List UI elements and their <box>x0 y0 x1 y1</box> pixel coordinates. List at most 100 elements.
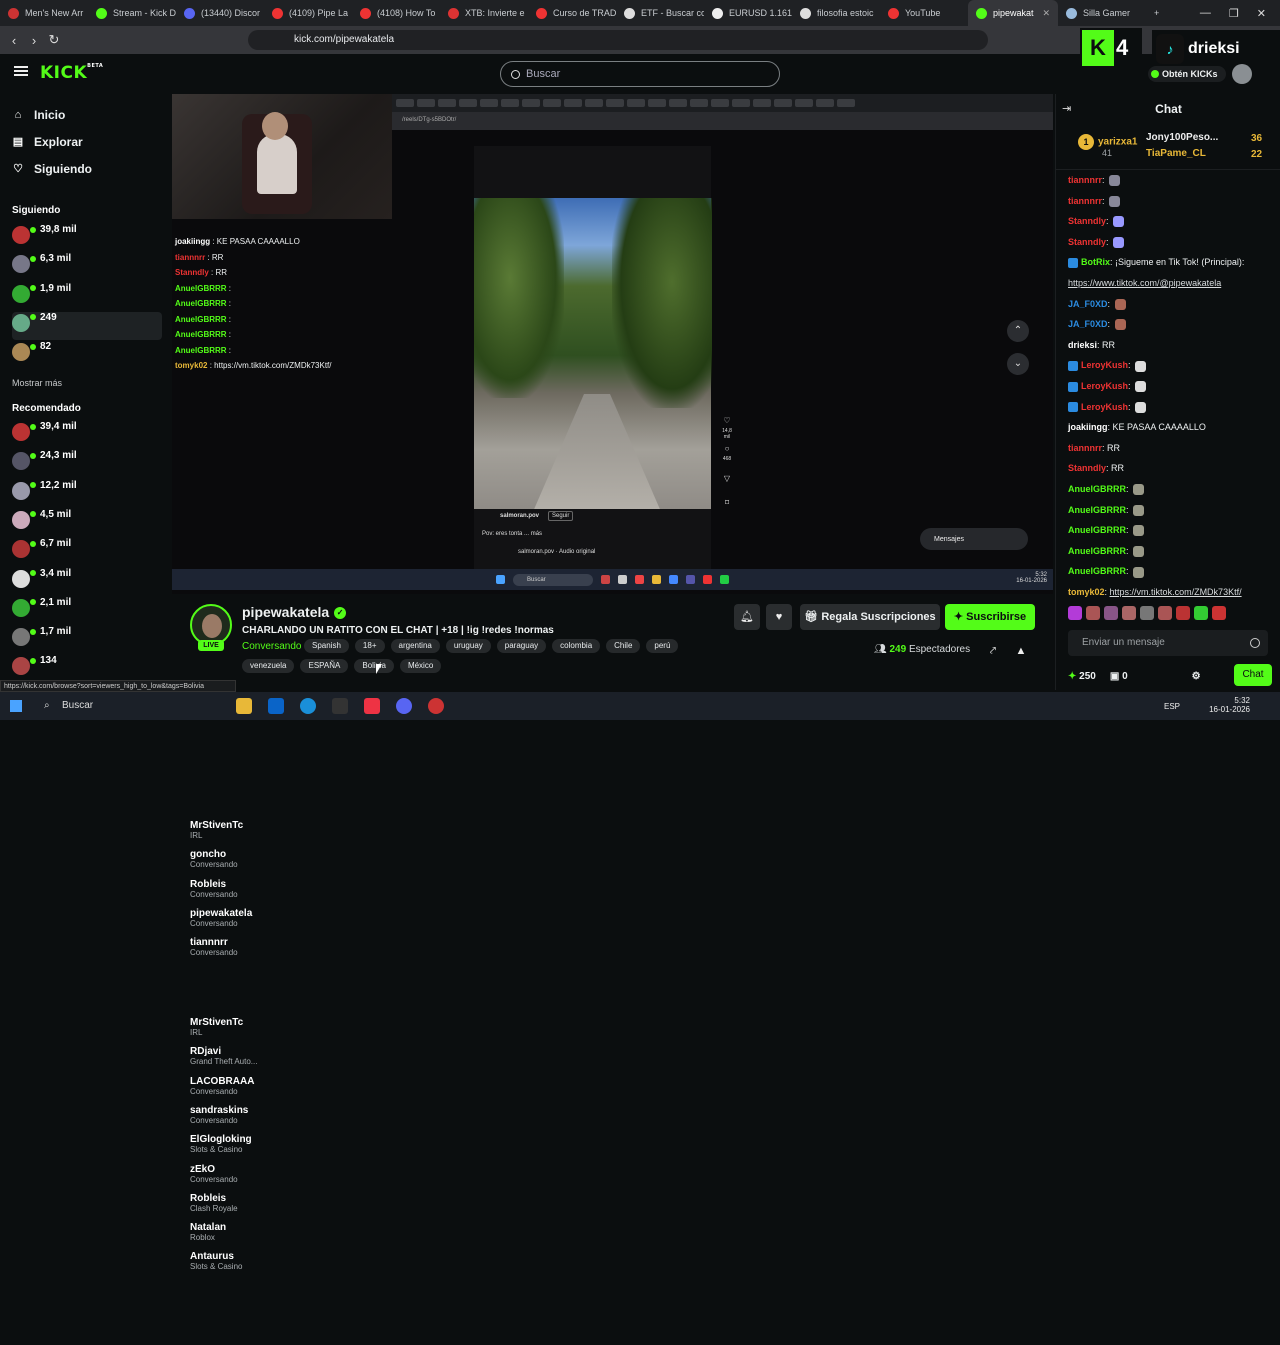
tab-label: (13440) Discor <box>201 8 261 18</box>
url-field[interactable]: kick.com/pipewakatela <box>248 30 988 50</box>
channel-item[interactable]: zEkO Conversando 3,4 mil <box>12 568 238 1184</box>
outlook-icon[interactable] <box>268 698 284 714</box>
new-tab-button[interactable]: + <box>1146 0 1170 26</box>
chat-message: drieksi: RR <box>1068 339 1116 350</box>
chat-input-placeholder: Enviar un mensaje <box>1082 637 1165 648</box>
channel-item[interactable]: Robleis Conversando 1,9 mil <box>12 283 238 899</box>
stream-tag[interactable]: ESPAÑA <box>300 659 349 673</box>
channel-avatar <box>12 569 30 588</box>
chat-message: https://www.tiktok.com/@pipewakatela <box>1068 278 1222 288</box>
channel-item[interactable]: goncho Conversando 6,3 mil <box>12 253 238 869</box>
browser-tab[interactable]: pipewakat ✕ <box>968 0 1058 26</box>
start-icon[interactable] <box>10 700 22 712</box>
kicks-balance[interactable]: ✦ 250 <box>1068 671 1096 682</box>
channel-item[interactable]: tiannnrr Conversando 82 <box>12 341 238 957</box>
stream-tag[interactable]: Chile <box>606 639 641 653</box>
bell-icon[interactable]: 🔔︎ <box>734 604 760 630</box>
search-icon <box>511 69 520 79</box>
chat-emote-icon <box>1114 298 1126 310</box>
channel-item[interactable]: RDjavi Grand Theft Auto... 24,3 mil <box>12 450 257 1066</box>
stream-tag[interactable]: Bolivia <box>354 659 394 673</box>
user-avatar[interactable] <box>1232 64 1252 84</box>
minimize-icon[interactable]: — <box>1200 7 1211 20</box>
taskbar-search[interactable]: ⌕ Buscar <box>40 695 220 717</box>
stream-tag[interactable]: México <box>399 659 442 673</box>
tab-label: (4109) Pipe La <box>289 8 349 18</box>
kick-logo[interactable]: KICKBETA <box>40 63 103 83</box>
gift-subs-button[interactable]: 🎁︎ Regala Suscripciones <box>800 604 940 630</box>
browser-tab[interactable]: (13440) Discor <box>176 0 264 26</box>
browser-tab[interactable]: XTB: Invierte e <box>440 0 528 26</box>
nav-siguiendo[interactable]: ♡ Siguiendo <box>12 162 92 176</box>
chat-message: AnuelGBRRR: <box>1068 483 1145 496</box>
edge-icon[interactable] <box>300 698 316 714</box>
forward-icon[interactable]: › <box>24 33 44 48</box>
channel-item[interactable]: ElGlogloking Slots & Casino 6,7 mil <box>12 538 252 1154</box>
stream-tag[interactable]: argentina <box>390 639 440 653</box>
stream-tag[interactable]: colombia <box>552 639 601 653</box>
browser-tab[interactable]: EURUSD 1.161 <box>704 0 792 26</box>
browser-tab[interactable]: filosofia estoic <box>792 0 880 26</box>
settings-icon[interactable]: ⚙ <box>1192 671 1201 682</box>
stream-tag[interactable]: venezuela <box>242 659 295 673</box>
chat-input[interactable]: Enviar un mensaje <box>1068 630 1268 656</box>
reload-icon[interactable]: ↻ <box>44 32 64 48</box>
discord-icon[interactable] <box>396 698 412 714</box>
bookmark-icon: ⌑ <box>724 498 730 507</box>
scroll-up-icon: ⌃ <box>1007 320 1029 342</box>
search-input[interactable]: Buscar <box>500 61 780 87</box>
browser-tab[interactable]: Men's New Arr <box>0 0 88 26</box>
stream-tag[interactable]: Spanish <box>304 639 349 653</box>
browser-tab[interactable]: (4109) Pipe La <box>264 0 352 26</box>
browser-tab[interactable]: (4108) How To <box>352 0 440 26</box>
close-tab-icon[interactable]: ✕ <box>1042 8 1050 19</box>
show-more-link[interactable]: Mostrar más <box>12 378 62 388</box>
stream-chat-line: AnuelGBRRR : <box>175 283 232 293</box>
channel-item[interactable]: MrStivenTc IRL 39,4 mil <box>12 421 243 1037</box>
gift-balance[interactable]: ▣ 0 <box>1110 671 1128 682</box>
browser-tab[interactable]: Silla Gamer <box>1058 0 1146 26</box>
stream-tag[interactable]: perú <box>646 639 679 653</box>
obs-icon[interactable] <box>428 698 444 714</box>
get-kicks-button[interactable]: Obtén KICKs <box>1148 66 1226 82</box>
video-player[interactable]: /reels/DTg-s5BDOtr/ joakiingg : KE PASAA… <box>172 94 1053 594</box>
tab-label: Silla Gamer <box>1083 8 1131 18</box>
channel-item[interactable]: Natalan Roblox 1,7 mil <box>12 626 226 1242</box>
stream-tag[interactable]: 18+ <box>354 639 385 653</box>
file-explorer-icon[interactable] <box>236 698 252 714</box>
chat-message: LeroyKush: <box>1068 380 1147 393</box>
share-stream-icon[interactable]: ⤤ <box>980 638 1006 664</box>
stream-tag[interactable]: paraguay <box>496 639 547 653</box>
menu-icon[interactable] <box>14 66 28 76</box>
brave-icon[interactable] <box>364 698 380 714</box>
follow-heart-icon[interactable]: ♥ <box>766 604 792 630</box>
subscribe-button[interactable]: ✦ Suscribirse <box>945 604 1035 630</box>
channel-item[interactable]: Robleis Clash Royale 2,1 mil <box>12 597 238 1213</box>
browser-tab[interactable]: YouTube <box>880 0 968 26</box>
stream-tag[interactable]: uruguay <box>445 639 491 653</box>
channel-avatar <box>12 226 30 244</box>
maximize-icon[interactable]: ❐ <box>1229 7 1239 20</box>
stream-category[interactable]: Conversando <box>242 641 301 652</box>
system-tray: ESP 5:32 16-01-2026 <box>1163 696 1250 714</box>
browser-tab[interactable]: ETF - Buscar co <box>616 0 704 26</box>
tab-favicon-icon <box>448 7 459 19</box>
channel-item[interactable]: pipewakatela Conversando 249 <box>12 311 252 928</box>
channel-item[interactable]: sandraskins Conversando 4,5 mil <box>12 509 248 1125</box>
nav-inicio[interactable]: ⌂ Inicio <box>12 108 66 122</box>
channel-item[interactable]: MrStivenTc IRL 39,8 mil <box>12 224 243 840</box>
browser-tab[interactable]: Stream - Kick D <box>88 0 176 26</box>
report-icon[interactable]: ▲ <box>1008 638 1034 664</box>
close-window-icon[interactable]: ✕ <box>1257 7 1266 20</box>
send-chat-button[interactable]: Chat <box>1234 664 1272 686</box>
store-icon[interactable] <box>332 698 348 714</box>
back-icon[interactable]: ‹ <box>4 33 24 48</box>
streamer-name[interactable]: pipewakatela ✓ <box>242 604 347 620</box>
browser-tab[interactable]: Curso de TRAD <box>528 0 616 26</box>
nav-explorar[interactable]: ▤ Explorar <box>12 135 83 149</box>
stream-chat-line: AnuelGBRRR : <box>175 330 232 339</box>
live-dot-icon <box>30 570 36 576</box>
channel-item[interactable]: LACOBRAAA Conversando 12,2 mil <box>12 480 254 1096</box>
like-icon: ♡ <box>723 416 731 425</box>
emoji-icon[interactable] <box>1250 638 1260 648</box>
